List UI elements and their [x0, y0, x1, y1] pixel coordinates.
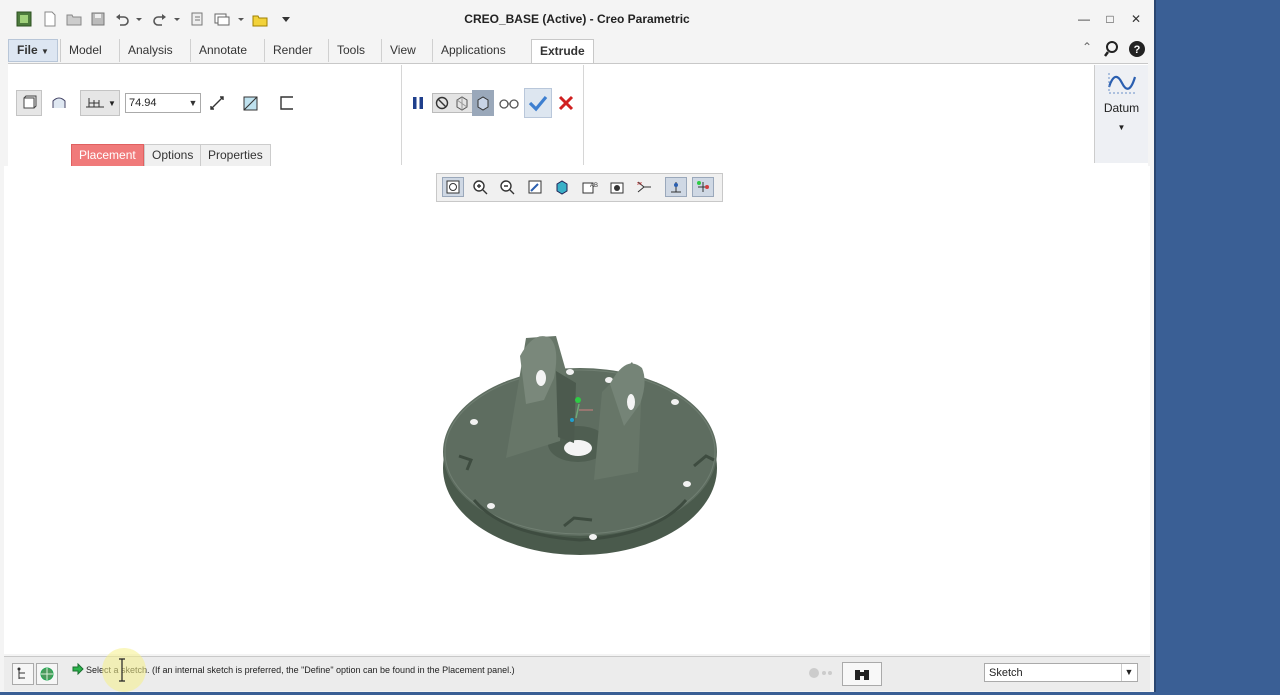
- surface-icon: [52, 97, 66, 108]
- tab-file-label: File: [17, 43, 38, 57]
- model-tree-toggle-button[interactable]: [12, 663, 34, 685]
- find-button[interactable]: [842, 662, 882, 686]
- shaded-cube-icon: [556, 180, 568, 195]
- feature-preview-button[interactable]: [472, 90, 494, 116]
- subtab-options[interactable]: Options: [144, 144, 202, 167]
- zoom-in-button[interactable]: [469, 177, 491, 197]
- datum-display-button[interactable]: [665, 177, 687, 197]
- flange-part-model[interactable]: [443, 336, 717, 555]
- extrude-surface-button[interactable]: [46, 90, 72, 116]
- depth-dropdown-icon[interactable]: ▼: [186, 94, 200, 112]
- close-x-icon: [558, 95, 574, 111]
- chevron-down-icon: ▼: [108, 98, 116, 108]
- display-style-button[interactable]: [551, 177, 573, 197]
- chevron-down-icon: ▼: [41, 47, 49, 56]
- ribbon-tab-bar: File ▼ Model Analysis Annotate Render To…: [8, 39, 1088, 64]
- maximize-icon[interactable]: □: [1101, 10, 1119, 28]
- graphics-window[interactable]: [4, 166, 1150, 654]
- globe-icon: [40, 667, 54, 681]
- browser-toggle-button[interactable]: [36, 663, 58, 685]
- subtab-properties[interactable]: Properties: [200, 144, 271, 167]
- extrude-solid-button[interactable]: [16, 90, 42, 116]
- status-bar: Select a sketch. (If an internal sketch …: [4, 648, 1150, 692]
- divider: [583, 65, 584, 165]
- tab-render[interactable]: Render: [264, 39, 320, 62]
- minimize-ribbon-icon[interactable]: ⌃: [1082, 40, 1092, 54]
- flip-direction-button[interactable]: [204, 90, 230, 116]
- selection-filter-value: Sketch: [989, 667, 1023, 679]
- binoculars-icon: [855, 670, 869, 680]
- flip-direction-icon: [210, 96, 224, 110]
- status-message: Select a sketch. (If an internal sketch …: [86, 665, 515, 675]
- chevron-down-icon: ▼: [1117, 123, 1126, 132]
- tab-model[interactable]: Model: [60, 39, 110, 62]
- tab-tools[interactable]: Tools: [328, 39, 373, 62]
- svg-text:?: ?: [1134, 44, 1141, 56]
- model-viewport: [443, 336, 717, 555]
- repaint-button[interactable]: [524, 177, 546, 197]
- search-icon[interactable]: [1104, 40, 1122, 58]
- cancel-feature-button[interactable]: [553, 90, 579, 116]
- zoom-out-icon: [500, 180, 515, 195]
- thicken-icon: [280, 96, 293, 110]
- pause-button[interactable]: [405, 90, 431, 116]
- checkmark-icon: [528, 95, 548, 112]
- extrude-dashboard: ▼ 74.94 ▼ Placement Options Properties D…: [8, 63, 1148, 167]
- blind-depth-icon: [86, 98, 105, 108]
- in-graphics-toolbar: AB xx: [436, 173, 723, 202]
- subtab-placement[interactable]: Placement: [71, 144, 144, 167]
- close-icon[interactable]: ✕: [1127, 10, 1145, 28]
- divider: [401, 65, 402, 165]
- chevron-down-icon: ▼: [1121, 664, 1136, 681]
- datum-group-button[interactable]: Datum ▼: [1094, 65, 1148, 163]
- solid-icon: [23, 95, 37, 109]
- saved-orientations-button[interactable]: AB: [579, 177, 601, 197]
- datum-label: Datum: [1103, 101, 1140, 115]
- saved-views-icon: AB: [582, 182, 598, 194]
- svg-text:xx: xx: [637, 181, 643, 187]
- help-icon[interactable]: ?: [1128, 40, 1146, 58]
- repaint-icon: [528, 180, 542, 194]
- geometry-preview-icon: [456, 96, 468, 111]
- datum-curve-icon: [1107, 73, 1136, 94]
- creo-window: CREO_BASE (Active) - Creo Parametric — □…: [0, 0, 1156, 692]
- annotation-display-icon: [697, 181, 709, 192]
- cursor-highlight-icon: [102, 648, 146, 692]
- depth-option-button[interactable]: ▼: [80, 90, 120, 116]
- geometry-preview-button[interactable]: [452, 90, 472, 116]
- svg-text:AB: AB: [590, 183, 598, 189]
- annotation-display-button[interactable]: [692, 177, 714, 197]
- selection-filter-select[interactable]: Sketch ▼: [984, 663, 1138, 682]
- view-manager-button[interactable]: [606, 177, 628, 197]
- tab-analysis[interactable]: Analysis: [119, 39, 181, 62]
- perspective-icon: xx: [637, 181, 651, 193]
- remove-material-icon: [243, 96, 258, 111]
- zoom-in-icon: [473, 180, 488, 195]
- tab-annotate[interactable]: Annotate: [190, 39, 255, 62]
- no-preview-button[interactable]: [432, 90, 452, 116]
- tab-view[interactable]: View: [381, 39, 424, 62]
- tab-applications[interactable]: Applications: [432, 39, 514, 62]
- perspective-button[interactable]: xx: [633, 177, 655, 197]
- refit-button[interactable]: [442, 177, 464, 197]
- regeneration-status-icon: [809, 668, 832, 678]
- message-arrow-icon: [72, 663, 84, 675]
- datum-display-icon: [671, 182, 681, 193]
- feature-preview-icon: [477, 96, 489, 111]
- remove-material-button[interactable]: [238, 90, 264, 116]
- tab-extrude[interactable]: Extrude: [531, 39, 594, 64]
- refit-icon: [446, 180, 460, 194]
- camera-icon: [610, 182, 624, 194]
- minimize-icon[interactable]: —: [1075, 10, 1093, 28]
- pause-icon: [413, 97, 423, 109]
- accept-feature-button[interactable]: [524, 88, 552, 118]
- thicken-sketch-button[interactable]: [274, 90, 300, 116]
- glasses-icon: [499, 99, 519, 109]
- model-tree-icon: [17, 667, 25, 679]
- verify-mode-button[interactable]: [496, 90, 522, 116]
- tab-file[interactable]: File ▼: [8, 39, 58, 62]
- zoom-out-button[interactable]: [496, 177, 518, 197]
- window-title: CREO_BASE (Active) - Creo Parametric: [464, 12, 690, 26]
- no-preview-icon: [435, 96, 449, 110]
